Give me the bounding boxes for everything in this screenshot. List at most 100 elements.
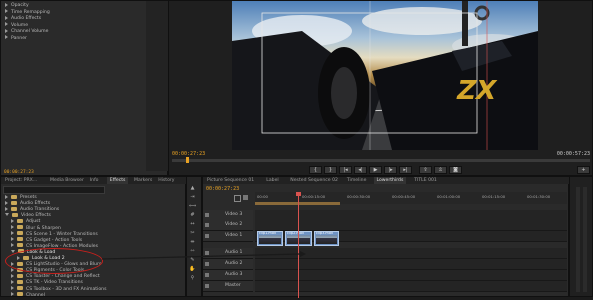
track-visibility-icon[interactable] [205,213,209,217]
track-label: Master [225,283,241,288]
audio-meter-left [576,187,580,292]
track-visibility-icon[interactable] [205,251,209,255]
effect-control-item[interactable]: Panner [1,35,146,43]
video-clip[interactable]: clip1.mov [257,231,283,246]
ripple-edit-tool[interactable]: ⟺ [189,203,196,210]
expand-triangle-icon[interactable] [5,200,8,205]
track-visibility-icon[interactable] [205,223,209,227]
video-clip[interactable]: clip3.mov [314,231,339,246]
expand-triangle-icon[interactable] [5,15,8,20]
marker-icon[interactable] [243,195,248,200]
expand-triangle-icon[interactable] [11,225,14,229]
folder-icon [12,212,18,217]
expand-triangle-icon[interactable] [11,273,14,278]
snap-icon[interactable] [234,195,241,202]
timeline-tab[interactable]: Timeline [344,177,370,184]
step-forward-button[interactable]: |▸ [384,166,397,174]
track-lane[interactable] [255,220,567,231]
expand-triangle-icon[interactable] [5,194,8,199]
effects-panel: Project: PRX... Media Browser Info Effects M… [0,176,187,300]
track-visibility-icon[interactable] [205,234,209,238]
track-header[interactable]: Audio 2 [203,259,253,270]
play-button[interactable]: ▶ [369,166,382,174]
track-visibility-icon[interactable] [205,262,209,266]
slide-tool[interactable]: ⇿ [189,248,196,255]
expand-triangle-icon[interactable] [5,28,8,33]
track-header[interactable]: Audio 3 [203,270,253,281]
folder-icon [17,218,23,223]
timeline-tab[interactable]: Lowerthirds [373,177,407,184]
tab-project-prx-[interactable]: Project: PRX... [2,177,40,184]
expand-triangle-icon[interactable] [5,9,8,13]
add-button[interactable]: + [577,166,590,174]
timeline-tab[interactable]: TITLE 001 [411,177,440,184]
track-header[interactable]: Audio 1 [203,248,253,259]
expand-triangle-icon[interactable] [11,231,14,236]
effect-controls-panel: Opacity Time Remapping Audio Effects Volume… [0,0,168,176]
expand-triangle-icon[interactable] [11,292,14,297]
clip-label: clip1.mov [259,231,277,235]
expand-triangle-icon[interactable] [11,237,14,242]
expand-triangle-icon[interactable] [5,206,8,211]
track-visibility-icon[interactable] [205,273,209,277]
expand-triangle-icon[interactable] [11,218,14,223]
lift-button[interactable]: ⇪ [419,166,432,174]
tab-info[interactable]: Info [87,177,102,184]
effects-search-field[interactable] [3,186,105,194]
go-to-in-button[interactable]: |◂ [339,166,352,174]
tab-history[interactable]: History [155,177,177,184]
effect-control-label: Panner [11,35,27,41]
expand-triangle-icon[interactable] [11,243,14,248]
track-lane[interactable] [255,248,567,259]
track-lane[interactable] [255,270,567,281]
rate-stretch-tool[interactable]: ↔ [189,221,196,228]
effect-controls-timeline-area [146,1,168,171]
track-lane[interactable] [255,281,567,292]
hand-tool[interactable]: ✋ [189,266,196,273]
folder-icon [17,273,23,278]
ruler-tick-label: 00:01:15:00 [482,194,506,199]
track-lane[interactable] [255,259,567,270]
effect-control-label: Opacity [11,3,29,8]
tab-effects[interactable]: Effects [106,177,129,184]
folder-icon [17,292,23,297]
extract-button[interactable]: ⇫ [434,166,447,174]
step-back-button[interactable]: ◂| [354,166,367,174]
go-to-out-button[interactable]: ▸| [399,166,412,174]
expand-triangle-icon[interactable] [5,22,8,26]
track-select-tool[interactable]: ⇥ [189,194,196,201]
program-scrub-bar[interactable] [172,159,590,162]
rolling-edit-tool[interactable]: # [189,212,196,219]
timeline-panel: Picture Sequence 01 Label Nested Sequence … [202,176,593,298]
program-playhead[interactable] [186,157,189,163]
folder-icon [17,286,23,290]
track-header[interactable]: Video 1 [203,231,253,242]
expand-triangle-icon[interactable] [5,213,9,217]
expand-triangle-icon[interactable] [11,279,14,284]
timeline-playhead[interactable] [298,192,299,298]
track-header[interactable]: Video 2 [203,220,253,231]
tab-markers[interactable]: Markers [131,177,155,184]
track-header[interactable]: Master [203,281,253,292]
timeline-tab[interactable]: Label [263,177,281,184]
track-visibility-icon[interactable] [205,284,209,288]
track-label: Audio 2 [225,261,243,266]
zoom-tool[interactable]: ⚲ [189,275,196,282]
expand-triangle-icon[interactable] [5,35,8,39]
mark-in-button[interactable]: { [309,166,322,174]
expand-triangle-icon[interactable] [11,286,14,290]
timeline-tab[interactable]: Picture Sequence 01 [204,177,257,184]
slip-tool[interactable]: ⇹ [189,239,196,246]
razor-tool[interactable]: ✂ [189,230,196,237]
mark-out-button[interactable]: } [324,166,337,174]
pen-tool[interactable]: ✎ [189,257,196,264]
effects-tree-item[interactable]: Channel [1,292,187,300]
folder-icon [17,225,23,229]
timeline-tab[interactable]: Nested Sequence 02 [287,177,341,184]
playhead-marker[interactable] [296,192,301,196]
export-frame-button[interactable]: ◙ [449,166,462,174]
annotation-circle [5,248,103,274]
tab-media-browser[interactable]: Media Browser [47,177,87,184]
expand-triangle-icon[interactable] [5,2,8,7]
selection-tool[interactable]: ▲ [189,185,196,192]
